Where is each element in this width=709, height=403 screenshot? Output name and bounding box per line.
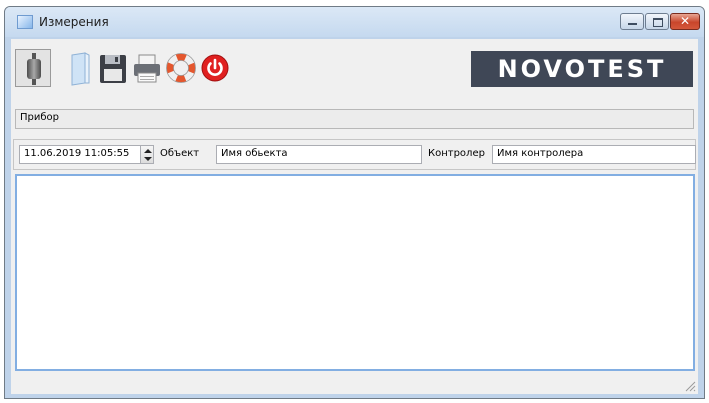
- resize-grip-icon[interactable]: [684, 380, 696, 392]
- print-button[interactable]: [131, 49, 163, 87]
- window-title: Измерения: [39, 15, 109, 29]
- exit-button[interactable]: [199, 49, 231, 87]
- object-label: Объект: [160, 148, 200, 159]
- spin-up-icon[interactable]: [144, 149, 152, 153]
- datetime-field[interactable]: 11.06.2019 11:05:55: [19, 145, 141, 164]
- measurements-window: Измерения ✕ NOVOTEST Прибор 11.06.2019 1…: [4, 6, 705, 399]
- controller-field[interactable]: Имя контролера: [492, 145, 696, 164]
- document-icon: [71, 52, 90, 86]
- open-button[interactable]: [63, 49, 95, 87]
- printer-icon: [134, 54, 160, 83]
- minimize-icon: [628, 23, 637, 25]
- object-field[interactable]: Имя обьекта: [216, 145, 422, 164]
- datetime-spinner[interactable]: [140, 145, 154, 164]
- maximize-icon: [653, 18, 663, 27]
- power-icon: [201, 54, 229, 82]
- client-area: NOVOTEST Прибор 11.06.2019 11:05:55 Объе…: [11, 39, 698, 394]
- app-icon: [17, 15, 33, 29]
- device-button[interactable]: [15, 49, 51, 87]
- novotest-logo: NOVOTEST: [471, 51, 693, 87]
- probe-icon: [27, 53, 41, 85]
- save-button[interactable]: [97, 49, 129, 87]
- parameters-panel: 11.06.2019 11:05:55 Объект Имя обьекта К…: [13, 139, 696, 170]
- device-panel: Прибор: [15, 109, 694, 129]
- close-icon: ✕: [679, 14, 691, 28]
- title-bar[interactable]: Измерения ✕: [5, 7, 704, 37]
- close-button[interactable]: ✕: [670, 13, 700, 30]
- device-label: Прибор: [20, 112, 59, 123]
- floppy-disk-icon: [100, 55, 126, 83]
- controller-label: Контролер: [428, 148, 485, 159]
- minimize-button[interactable]: [620, 13, 644, 30]
- spin-down-icon[interactable]: [144, 157, 152, 161]
- help-button[interactable]: [165, 49, 197, 87]
- maximize-button[interactable]: [645, 13, 669, 30]
- measurements-area[interactable]: [15, 174, 695, 371]
- lifebuoy-icon: [166, 53, 196, 83]
